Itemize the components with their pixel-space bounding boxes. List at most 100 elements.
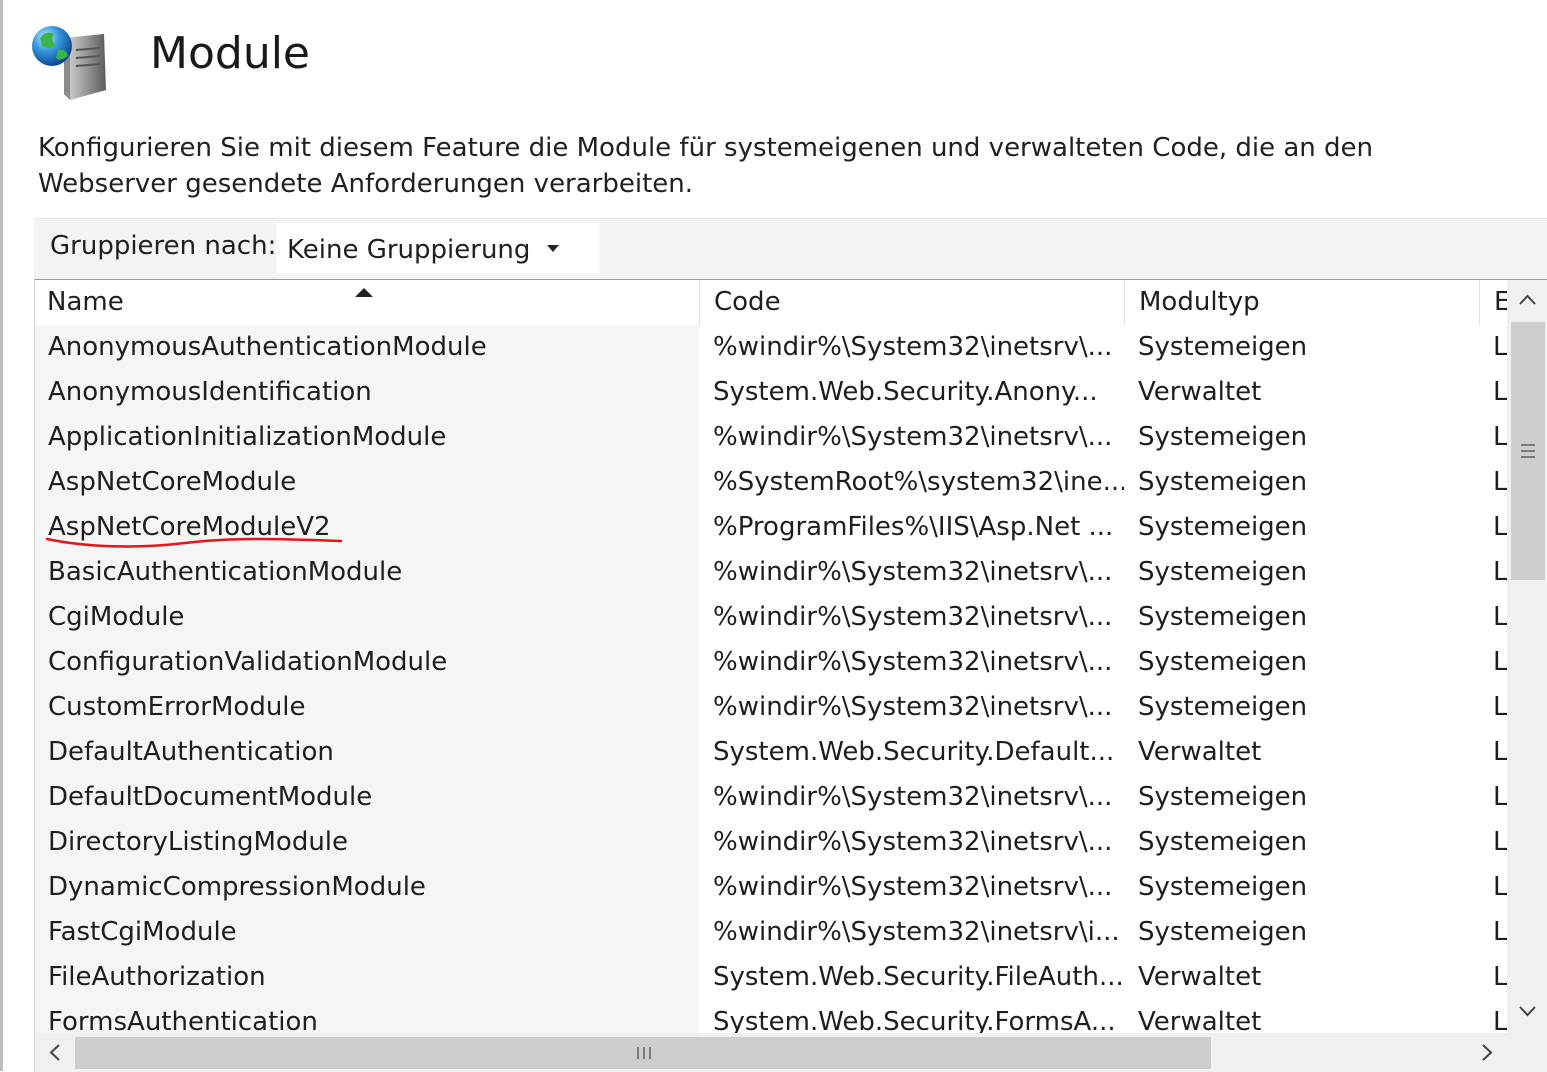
column-header-type[interactable]: Modultyp: [1124, 280, 1479, 325]
row-name: DynamicCompressionModule: [35, 865, 699, 910]
row-type: Systemeigen: [1138, 602, 1308, 632]
scroll-right-button[interactable]: [1467, 1033, 1507, 1072]
row-type: Systemeigen: [1138, 557, 1308, 587]
scroll-left-button[interactable]: [35, 1033, 75, 1072]
row-code: %windir%\System32\inetsrv\...: [713, 782, 1113, 812]
table-body: AnonymousAuthenticationModule %windir%\S…: [35, 325, 1507, 1045]
scrollbar-corner: [1507, 1033, 1547, 1072]
row-entry: L: [1493, 782, 1507, 812]
row-name: AspNetCoreModule: [35, 460, 699, 505]
group-by-dropdown[interactable]: Keine Gruppierung: [277, 223, 599, 273]
table-row[interactable]: AspNetCoreModuleV2 %ProgramFiles%\IIS\As…: [35, 505, 1507, 550]
table-row[interactable]: ConfigurationValidationModule %windir%\S…: [35, 640, 1507, 685]
row-code: %windir%\System32\inetsrv\...: [713, 422, 1113, 452]
row-name: DefaultAuthentication: [35, 730, 699, 775]
row-type: Verwaltet: [1138, 962, 1262, 992]
row-entry: L: [1493, 602, 1507, 632]
row-code: %SystemRoot%\system32\ine...: [713, 467, 1124, 497]
row-code: %windir%\System32\inetsrv\...: [713, 332, 1113, 362]
group-by-value: Keine Gruppierung: [287, 235, 531, 265]
row-name: DefaultDocumentModule: [35, 775, 699, 820]
column-header-name-label: Name: [47, 287, 124, 317]
table-row[interactable]: DirectoryListingModule %windir%\System32…: [35, 820, 1507, 865]
vertical-scrollbar[interactable]: [1507, 280, 1547, 1033]
row-entry: L: [1493, 917, 1507, 947]
modules-list: Name Code Modultyp E AnonymousAuthentica…: [34, 279, 1547, 1072]
row-name: FastCgiModule: [35, 910, 699, 955]
row-name: ConfigurationValidationModule: [35, 640, 699, 685]
table-row[interactable]: ApplicationInitializationModule %windir%…: [35, 415, 1507, 460]
column-header-code-label: Code: [714, 287, 781, 317]
table-row[interactable]: FileAuthorization System.Web.Security.Fi…: [35, 955, 1507, 1000]
row-type: Systemeigen: [1138, 917, 1308, 947]
row-code: %windir%\System32\inetsrv\...: [713, 602, 1113, 632]
row-name: BasicAuthenticationModule: [35, 550, 699, 595]
chevron-down-icon: [547, 245, 559, 252]
horizontal-scrollbar[interactable]: [35, 1033, 1507, 1072]
row-code: %windir%\System32\inetsrv\...: [713, 647, 1113, 677]
row-code: %windir%\System32\inetsrv\...: [713, 872, 1113, 902]
chevron-up-icon: [1519, 294, 1536, 305]
row-code: %windir%\System32\inetsrv\...: [713, 557, 1113, 587]
scroll-up-button[interactable]: [1507, 280, 1547, 321]
table-row[interactable]: AspNetCoreModule %SystemRoot%\system32\i…: [35, 460, 1507, 505]
column-header-type-label: Modultyp: [1139, 287, 1260, 317]
group-by-toolbar: Gruppieren nach: Keine Gruppierung: [34, 218, 1547, 279]
row-type: Systemeigen: [1138, 647, 1308, 677]
row-type: Systemeigen: [1138, 467, 1308, 497]
row-entry: L: [1493, 332, 1507, 362]
chevron-left-icon: [49, 1044, 60, 1061]
chevron-down-icon: [1519, 1006, 1536, 1017]
row-entry: L: [1493, 467, 1507, 497]
vertical-scroll-thumb[interactable]: [1511, 322, 1545, 580]
row-name: AnonymousAuthenticationModule: [35, 325, 699, 370]
table-row[interactable]: CgiModule %windir%\System32\inetsrv\... …: [35, 595, 1507, 640]
row-name: CgiModule: [35, 595, 699, 640]
row-type: Verwaltet: [1138, 377, 1262, 407]
row-type: Systemeigen: [1138, 872, 1308, 902]
row-type: Systemeigen: [1138, 512, 1308, 542]
row-name: CustomErrorModule: [35, 685, 699, 730]
horizontal-scroll-thumb[interactable]: [75, 1037, 1211, 1069]
row-entry: L: [1493, 827, 1507, 857]
row-code: %ProgramFiles%\IIS\Asp.Net ...: [713, 512, 1114, 542]
globe-server-icon: [30, 20, 110, 100]
chevron-right-icon: [1482, 1044, 1493, 1061]
scroll-down-button[interactable]: [1507, 990, 1547, 1031]
table-row[interactable]: AnonymousIdentification System.Web.Secur…: [35, 370, 1507, 415]
group-by-label: Gruppieren nach:: [50, 231, 277, 261]
table-row[interactable]: DefaultAuthentication System.Web.Securit…: [35, 730, 1507, 775]
row-name: DirectoryListingModule: [35, 820, 699, 865]
column-header-name[interactable]: Name: [35, 280, 699, 325]
row-code: %windir%\System32\inetsrv\i...: [713, 917, 1120, 947]
row-type: Systemeigen: [1138, 782, 1308, 812]
row-entry: L: [1493, 872, 1507, 902]
row-type: Systemeigen: [1138, 332, 1308, 362]
table-row[interactable]: BasicAuthenticationModule %windir%\Syste…: [35, 550, 1507, 595]
row-code: %windir%\System32\inetsrv\...: [713, 692, 1113, 722]
table-row[interactable]: CustomErrorModule %windir%\System32\inet…: [35, 685, 1507, 730]
page-description: Konfigurieren Sie mit diesem Feature die…: [38, 133, 1374, 199]
table-row[interactable]: DefaultDocumentModule %windir%\System32\…: [35, 775, 1507, 820]
row-code: System.Web.Security.Default...: [713, 737, 1115, 767]
row-type: Systemeigen: [1138, 422, 1308, 452]
table-row[interactable]: AnonymousAuthenticationModule %windir%\S…: [35, 325, 1507, 370]
row-entry: L: [1493, 512, 1507, 542]
row-name: AspNetCoreModuleV2: [35, 505, 699, 550]
row-entry: L: [1493, 692, 1507, 722]
column-header-code[interactable]: Code: [699, 280, 1124, 325]
row-code: %windir%\System32\inetsrv\...: [713, 827, 1113, 857]
row-name: ApplicationInitializationModule: [35, 415, 699, 460]
row-entry: L: [1493, 377, 1507, 407]
row-type: Verwaltet: [1138, 737, 1262, 767]
row-type: Systemeigen: [1138, 827, 1308, 857]
row-entry: L: [1493, 737, 1507, 767]
row-entry: L: [1493, 962, 1507, 992]
window-left-border: [0, 0, 3, 1071]
column-header-entry[interactable]: E: [1479, 280, 1509, 325]
row-entry: L: [1493, 647, 1507, 677]
table-row[interactable]: FastCgiModule %windir%\System32\inetsrv\…: [35, 910, 1507, 955]
page-title: Module: [150, 28, 310, 79]
table-row[interactable]: DynamicCompressionModule %windir%\System…: [35, 865, 1507, 910]
row-entry: L: [1493, 557, 1507, 587]
